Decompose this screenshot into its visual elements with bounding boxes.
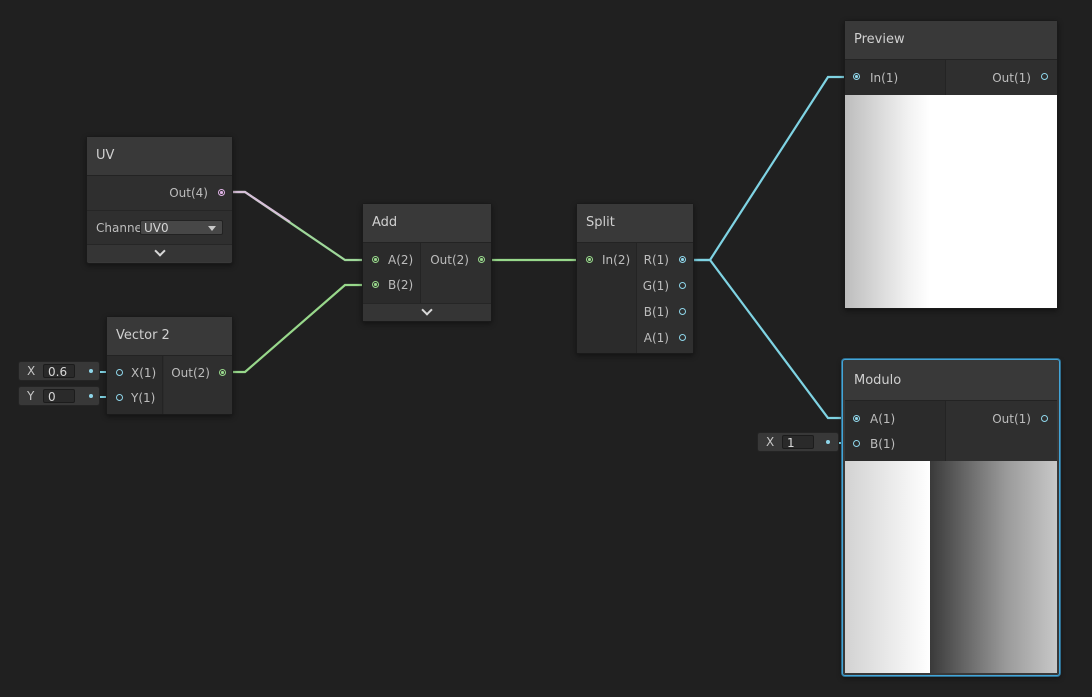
port-dot-icon — [89, 369, 93, 373]
split-in-port-icon[interactable] — [586, 256, 593, 263]
uv-out-port-icon[interactable] — [218, 189, 225, 196]
modulo-b-field-label: X — [766, 435, 775, 449]
wire-split-to-preview[interactable] — [681, 75, 856, 262]
modulo-a-port-icon[interactable] — [853, 415, 860, 422]
add-a-label: A(2) — [388, 253, 414, 267]
vector2-node[interactable]: Vector 2 X(1) Y(1) Out(2) — [106, 316, 233, 415]
preview-out-port-icon[interactable] — [1041, 73, 1048, 80]
add-node-title: Add — [363, 204, 491, 243]
split-g-port-icon[interactable] — [679, 282, 686, 289]
uv-node[interactable]: UV Out(4) Channe UV0 — [86, 136, 233, 264]
wire-uv-to-add[interactable] — [220, 190, 370, 262]
chevron-down-icon — [421, 304, 433, 316]
vector2-x-field-label: X — [27, 364, 36, 378]
modulo-a-label: A(1) — [870, 412, 896, 426]
add-expand-button[interactable] — [363, 303, 491, 321]
vector2-out-port-icon[interactable] — [219, 369, 226, 376]
split-a-port-icon[interactable] — [679, 334, 686, 341]
uv-expand-button[interactable] — [87, 244, 232, 262]
vector2-x-label: X(1) — [131, 366, 157, 380]
modulo-out-label: Out(1) — [992, 412, 1031, 426]
port-dot-icon — [826, 440, 830, 444]
modulo-node-title: Modulo — [845, 362, 1057, 401]
vector2-y-label: Y(1) — [131, 391, 156, 405]
vector2-y-input[interactable]: 0 — [43, 389, 75, 404]
port-dot-icon — [89, 394, 93, 398]
preview-in-label: In(1) — [870, 71, 899, 85]
modulo-out-port-icon[interactable] — [1041, 415, 1048, 422]
vector2-x-input-chip: X 0.6 — [18, 361, 100, 381]
uv-channel-label: Channe — [96, 221, 142, 235]
modulo-preview-image — [845, 461, 1057, 673]
split-node-title: Split — [577, 204, 693, 243]
vector2-x-port-icon[interactable] — [116, 369, 123, 376]
uv-channel-value: UV0 — [144, 221, 169, 235]
split-r-label: R(1) — [643, 253, 669, 267]
vector2-y-port-icon[interactable] — [116, 394, 123, 401]
split-b-port-icon[interactable] — [679, 308, 686, 315]
preview-node[interactable]: Preview In(1) Out(1) — [844, 20, 1058, 309]
preview-node-title: Preview — [845, 21, 1057, 60]
add-out-port-icon[interactable] — [478, 256, 485, 263]
split-g-label: G(1) — [642, 279, 669, 293]
preview-out-label: Out(1) — [992, 71, 1031, 85]
wire-vector2-to-add[interactable] — [220, 283, 370, 374]
add-out-label: Out(2) — [430, 253, 469, 267]
split-a-label: A(1) — [643, 331, 669, 345]
split-b-label: B(1) — [643, 305, 669, 319]
add-b-label: B(2) — [388, 278, 414, 292]
uv-node-title: UV — [87, 137, 232, 176]
modulo-b-port-icon[interactable] — [853, 440, 860, 447]
uv-channel-row: Channe UV0 — [87, 210, 232, 245]
split-in-label: In(2) — [602, 253, 631, 267]
modulo-b-input[interactable]: 1 — [782, 435, 814, 450]
modulo-b-input-chip: X 1 — [757, 432, 839, 452]
add-b-port-icon[interactable] — [372, 281, 379, 288]
vector2-y-input-chip: Y 0 — [18, 386, 100, 406]
wire-split-to-modulo[interactable] — [681, 258, 856, 420]
split-r-port-icon[interactable] — [679, 256, 686, 263]
modulo-b-label: B(1) — [870, 437, 896, 451]
vector2-node-title: Vector 2 — [107, 317, 232, 356]
vector2-y-field-label: Y — [27, 389, 35, 403]
vector2-out-label: Out(2) — [171, 366, 210, 380]
modulo-node[interactable]: Modulo A(1) B(1) Out(1) — [842, 359, 1060, 676]
split-node[interactable]: Split In(2) R(1) G(1) B(1) A(1) — [576, 203, 694, 354]
uv-channel-select[interactable]: UV0 — [140, 220, 223, 235]
vector2-x-input[interactable]: 0.6 — [43, 364, 75, 379]
uv-out-label: Out(4) — [169, 186, 208, 200]
add-a-port-icon[interactable] — [372, 256, 379, 263]
preview-image — [845, 95, 1057, 308]
add-node[interactable]: Add A(2) B(2) Out(2) — [362, 203, 492, 322]
chevron-down-icon — [153, 245, 166, 257]
dropdown-caret-icon — [208, 226, 216, 231]
preview-in-port-icon[interactable] — [853, 73, 860, 80]
